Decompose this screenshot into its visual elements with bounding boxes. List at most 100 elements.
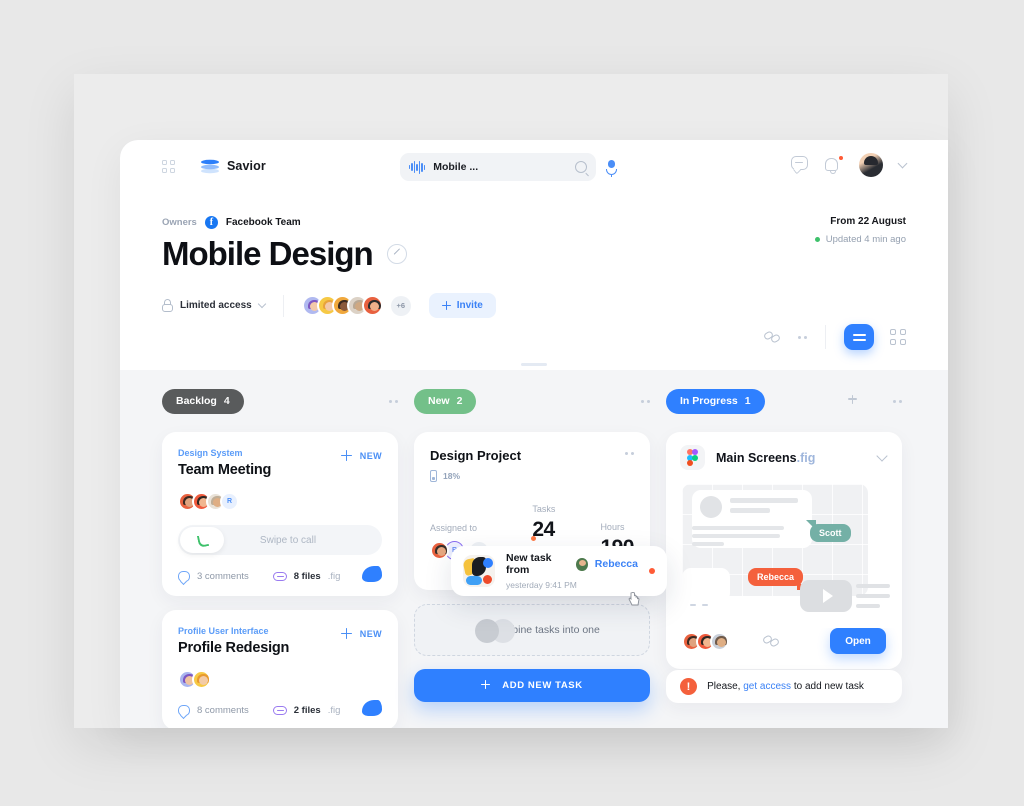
get-access-link[interactable]: get access bbox=[743, 681, 791, 692]
title-row: Mobile Design bbox=[162, 235, 906, 273]
grid-apps-icon[interactable] bbox=[162, 159, 175, 173]
header-tools bbox=[762, 324, 906, 350]
more-dots-icon[interactable] bbox=[641, 399, 650, 403]
file-preview: Scott Rebecca bbox=[666, 480, 902, 628]
files-item[interactable]: 2 files .fig bbox=[272, 705, 341, 716]
more-dots-icon[interactable] bbox=[389, 399, 398, 403]
more-dots-icon[interactable] bbox=[625, 452, 634, 455]
search-icon[interactable] bbox=[575, 161, 587, 173]
swipe-knob[interactable] bbox=[180, 527, 224, 553]
comments-item[interactable]: 3 comments bbox=[178, 571, 249, 582]
more-dots-icon[interactable] bbox=[893, 399, 902, 403]
column-name: Backlog bbox=[176, 395, 217, 407]
hours-label: Hours bbox=[600, 522, 625, 532]
chat-icon[interactable] bbox=[791, 156, 809, 174]
add-new-task-label: ADD NEW TASK bbox=[502, 680, 583, 691]
assigned-label: Assigned to bbox=[430, 523, 478, 533]
project-dates: From 22 August Updated 4 min ago bbox=[814, 216, 906, 245]
notification-dot bbox=[838, 155, 844, 161]
card-avatars bbox=[682, 631, 729, 651]
comments-item[interactable]: 8 comments bbox=[178, 705, 249, 716]
attachment-icon bbox=[272, 706, 287, 715]
task-card-team-meeting[interactable]: Design System Team Meeting NEW R Swipe t… bbox=[162, 432, 398, 596]
column-header: Backlog 4 bbox=[162, 388, 398, 414]
search-box[interactable]: Mobile ... bbox=[400, 153, 596, 181]
card-footer: 8 comments 2 files .fig bbox=[178, 705, 382, 716]
toast-line: New task from Rebecca bbox=[506, 552, 638, 576]
member-count-more[interactable]: +6 bbox=[390, 295, 411, 316]
grid-view-icon[interactable] bbox=[890, 329, 906, 345]
play-icon bbox=[800, 580, 852, 612]
project-header: Owners f Facebook Team Mobile Design Lim… bbox=[120, 192, 948, 370]
chevron-down-icon[interactable] bbox=[876, 449, 888, 462]
unread-dot bbox=[649, 568, 655, 574]
figma-icon bbox=[680, 445, 705, 470]
page-title: Mobile Design bbox=[162, 235, 374, 272]
brand[interactable]: Savior bbox=[201, 158, 266, 174]
screen: Savior Mobile ... Owners f Facebook Team… bbox=[0, 0, 1024, 806]
open-button[interactable]: Open bbox=[830, 628, 886, 654]
more-dots-icon[interactable] bbox=[798, 335, 807, 339]
task-card-profile-redesign[interactable]: Profile User Interface Profile Redesign … bbox=[162, 610, 398, 728]
chevron-down-icon[interactable] bbox=[897, 158, 908, 168]
combine-circle-a bbox=[475, 619, 499, 643]
avatar[interactable] bbox=[859, 153, 883, 177]
new-label: NEW bbox=[359, 450, 382, 461]
plus-icon bbox=[481, 680, 492, 691]
column-pill-backlog[interactable]: Backlog 4 bbox=[162, 388, 244, 414]
add-new-button[interactable]: NEW bbox=[340, 450, 382, 461]
column-count: 1 bbox=[744, 395, 751, 407]
decoration-blob bbox=[362, 566, 382, 582]
toast-time: yesterday 9:41 PM bbox=[506, 580, 577, 590]
plus-icon bbox=[340, 628, 352, 639]
column-pill-in-progress[interactable]: In Progress 1 bbox=[666, 388, 765, 414]
topbar-actions bbox=[791, 153, 908, 177]
card-avatars: R bbox=[178, 492, 382, 511]
list-view-icon[interactable] bbox=[844, 324, 874, 350]
microphone-icon[interactable] bbox=[606, 159, 617, 177]
column-actions bbox=[623, 399, 650, 403]
files-item[interactable]: 8 files .fig bbox=[272, 571, 340, 582]
link-icon[interactable] bbox=[761, 634, 780, 648]
drag-handle[interactable] bbox=[521, 363, 547, 366]
toast-title: New task from bbox=[506, 552, 552, 576]
hand-cursor-icon bbox=[628, 591, 640, 606]
link-icon[interactable] bbox=[762, 330, 782, 344]
column-new: New 2 Design Project 18% Assigned to Tas… bbox=[414, 388, 667, 728]
bell-icon[interactable] bbox=[825, 155, 844, 175]
access-label: Limited access bbox=[180, 300, 252, 311]
toast-thumbnail bbox=[463, 555, 495, 587]
files-ext: .fig bbox=[327, 705, 341, 716]
decoration-blob bbox=[362, 700, 382, 716]
file-base-name: Main Screens bbox=[716, 450, 797, 465]
add-new-task-button[interactable]: ADD NEW TASK bbox=[414, 669, 650, 702]
file-name: Main Screens.fig bbox=[716, 451, 867, 465]
add-card-icon[interactable] bbox=[848, 394, 861, 408]
plus-icon bbox=[441, 301, 451, 310]
search-input[interactable]: Mobile ... bbox=[433, 161, 567, 173]
access-selector[interactable]: Limited access bbox=[162, 299, 266, 312]
divider bbox=[282, 294, 284, 317]
owner-name: Facebook Team bbox=[225, 217, 301, 228]
notification-toast[interactable]: New task from Rebecca yesterday 9:41 PM bbox=[451, 546, 667, 606]
pencil-icon[interactable] bbox=[386, 244, 407, 264]
comment-tag-scott[interactable]: Scott bbox=[806, 520, 851, 542]
toast-sender[interactable]: Rebecca bbox=[595, 558, 638, 570]
combine-tasks-dropzone[interactable]: Combine tasks into one bbox=[414, 604, 650, 656]
savior-logo-icon bbox=[201, 158, 219, 174]
add-new-button[interactable]: NEW bbox=[340, 628, 382, 639]
column-count: 4 bbox=[223, 395, 230, 407]
column-pill-new[interactable]: New 2 bbox=[414, 388, 477, 414]
file-card-main-screens[interactable]: Main Screens.fig Scott Rebecca Open bbox=[666, 432, 902, 669]
notice-suffix: to add new task bbox=[793, 681, 864, 692]
updated-row: Updated 4 min ago bbox=[814, 234, 906, 245]
member-avatars[interactable]: +6 bbox=[301, 295, 411, 316]
column-in-progress: In Progress 1 Main Screens.fig Scott Reb… bbox=[666, 388, 902, 728]
chevron-down-icon bbox=[257, 299, 266, 309]
access-notice: ! Please, get access to add new task bbox=[666, 670, 902, 703]
invite-button[interactable]: Invite bbox=[428, 293, 496, 318]
comment-tag-rebecca[interactable]: Rebecca bbox=[748, 568, 808, 590]
avatar bbox=[576, 557, 588, 571]
progress-row: 18% bbox=[430, 470, 634, 482]
swipe-to-call[interactable]: Swipe to call bbox=[178, 525, 382, 555]
